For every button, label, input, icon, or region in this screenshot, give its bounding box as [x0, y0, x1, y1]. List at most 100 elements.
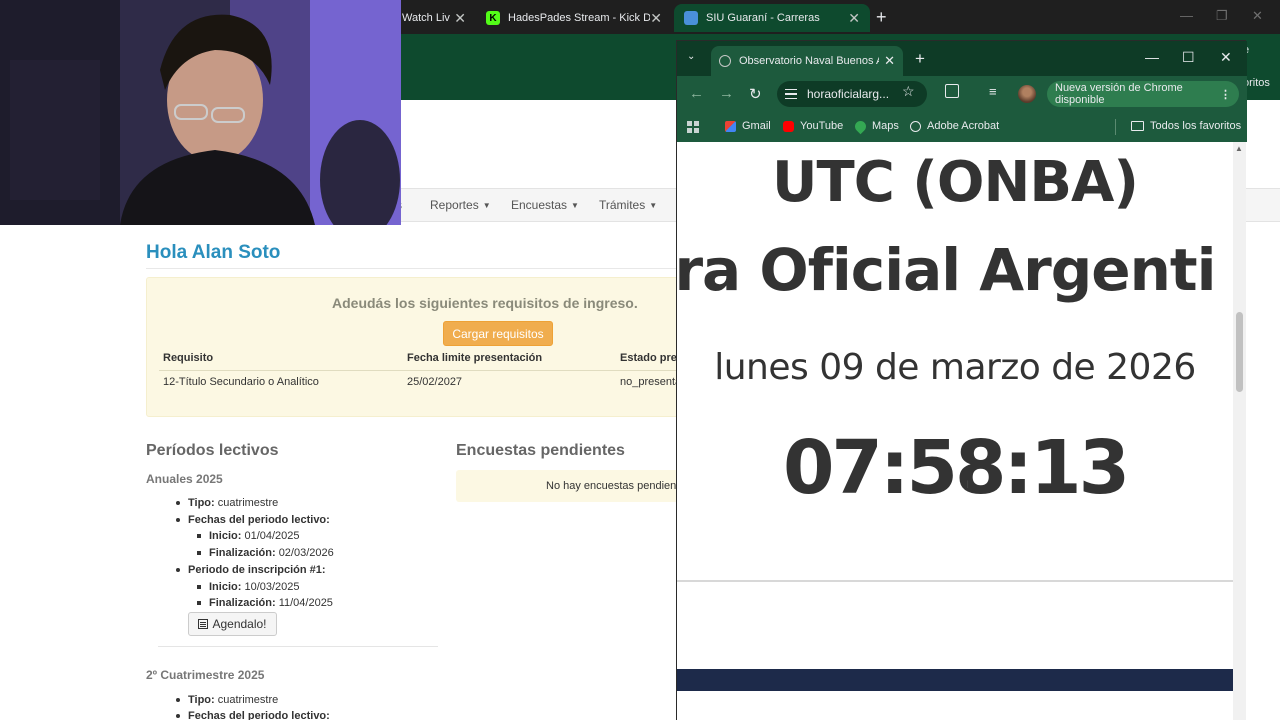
item-label: Fechas del periodo lectivo:	[188, 710, 330, 720]
item-label: Finalización:	[209, 547, 276, 559]
tab-watch-live[interactable]: Watch Liv ✕	[392, 4, 476, 32]
list-item-tipo: Tipo: cuatrimestre	[176, 694, 278, 706]
update-label: Nueva versión de Chrome disponible	[1055, 82, 1183, 106]
tab-search-icon[interactable]: ⌄	[687, 51, 695, 62]
cargar-requisitos-button[interactable]: Cargar requisitos	[443, 321, 553, 346]
item-label: Tipo:	[188, 497, 215, 509]
chrome-update-button[interactable]: Nueva versión de Chrome disponible ⋮	[1047, 81, 1239, 107]
back-icon[interactable]: ←	[689, 85, 704, 102]
item-label: Periodo de inscripción #1:	[188, 564, 326, 576]
item-value: 01/04/2025	[244, 530, 300, 542]
nav-item-reportes[interactable]: Reportes ▼	[430, 198, 491, 212]
divider	[1115, 119, 1116, 135]
maximize-icon[interactable]: ☐	[1182, 49, 1195, 66]
item-label: Inicio:	[209, 530, 242, 542]
list-item-fechas: Fechas del periodo lectivo:	[176, 514, 330, 526]
all-bookmarks-fragment[interactable]: oritos	[1243, 77, 1270, 89]
close-icon[interactable]: ✕	[848, 10, 860, 27]
apps-grid-icon[interactable]	[687, 121, 699, 133]
bookmark-label: YouTube	[800, 120, 844, 132]
nav-item-tramites[interactable]: Trámites ▼	[599, 198, 657, 212]
scroll-up-icon[interactable]: ▲	[1235, 144, 1243, 153]
encuestas-title: Encuestas pendientes	[456, 442, 625, 459]
list-item-tipo: Tipo: cuatrimestre	[176, 497, 278, 509]
popup-toolbar: ← → ↻ horaoficialarg... ☆ ≡ Nueva versió…	[677, 76, 1247, 112]
nav-label: Reportes	[430, 198, 479, 212]
bullet-icon	[176, 501, 180, 506]
close-window-icon[interactable]: ✕	[1252, 8, 1263, 24]
button-label: Agendalo!	[212, 617, 267, 631]
restore-icon[interactable]: ❐	[1216, 8, 1228, 24]
caret-down-icon: ▼	[571, 201, 579, 211]
reload-icon[interactable]: ↻	[749, 85, 762, 103]
scrollbar[interactable]: ▲	[1233, 142, 1246, 720]
list-item-insc-inicio: Inicio: 10/03/2025	[197, 581, 300, 593]
hora-oficial-heading: ra Oficial Argenti	[677, 236, 1217, 304]
tab-label: Observatorio Naval Buenos Aire	[739, 55, 879, 67]
anuales-title: Anuales 2025	[146, 472, 223, 486]
all-bookmarks-button[interactable]: Todos los favoritos	[1131, 120, 1241, 132]
segundo-cuatrimestre-title: 2º Cuatrimestre 2025	[146, 668, 265, 682]
new-tab-button[interactable]: +	[915, 49, 925, 69]
nav-item-encuestas[interactable]: Encuestas ▼	[511, 198, 579, 212]
tab-observatorio[interactable]: Observatorio Naval Buenos Aire ✕	[711, 46, 903, 76]
bookmark-label: Todos los favoritos	[1150, 120, 1242, 132]
minimize-icon[interactable]: —	[1180, 8, 1193, 23]
bookmark-youtube[interactable]: YouTube	[783, 120, 843, 132]
media-controls-icon[interactable]: ≡	[989, 84, 997, 99]
forward-icon[interactable]: →	[719, 85, 734, 102]
site-info-icon[interactable]	[785, 89, 797, 99]
tab-kick-dashboard[interactable]: K HadesPades Stream - Kick Dash ✕	[476, 4, 672, 32]
item-value: 02/03/2026	[278, 547, 334, 559]
item-value: cuatrimestre	[217, 694, 279, 706]
encuestas-empty-text: No hay encuestas pendient	[546, 480, 680, 492]
bullet-icon	[176, 698, 180, 703]
bookmark-label: Adobe Acrobat	[927, 120, 1000, 132]
bookmark-adobe-acrobat[interactable]: Adobe Acrobat	[910, 120, 999, 132]
table-header-estado: Estado pre	[620, 352, 677, 364]
gmail-icon	[725, 120, 736, 132]
bullet-icon	[197, 601, 201, 606]
profile-avatar[interactable]	[1018, 85, 1036, 103]
popup-tab-strip: ⌄ Observatorio Naval Buenos Aire ✕ + — ☐…	[677, 41, 1247, 76]
item-value: 10/03/2025	[244, 581, 300, 593]
tab-label: Watch Liv	[402, 12, 450, 24]
bullet-icon	[176, 518, 180, 523]
close-icon[interactable]: ✕	[650, 10, 662, 27]
new-tab-button[interactable]: +	[876, 7, 887, 28]
list-item-finalizacion: Finalización: 02/03/2026	[197, 547, 334, 559]
item-label: Tipo:	[188, 694, 215, 706]
item-label: Finalización:	[209, 597, 276, 609]
bookmark-gmail[interactable]: Gmail	[725, 120, 771, 132]
table-header-requisito: Requisito	[163, 352, 214, 364]
divider	[158, 646, 438, 647]
siu-icon	[684, 11, 698, 25]
scrollbar-thumb[interactable]	[1236, 312, 1243, 392]
globe-icon	[719, 55, 731, 67]
tab-siu-guarani[interactable]: SIU Guaraní - Carreras ✕	[674, 4, 870, 32]
bookmark-star-icon[interactable]: ☆	[902, 83, 915, 100]
bookmark-maps[interactable]: Maps	[852, 118, 899, 134]
item-value: 11/04/2025	[278, 597, 333, 609]
bullet-icon	[197, 585, 201, 590]
close-icon[interactable]: ✕	[454, 10, 466, 27]
close-icon[interactable]: ✕	[884, 53, 895, 69]
table-cell-estado: no_presenta	[620, 376, 682, 388]
bullet-icon	[176, 568, 180, 573]
extensions-icon[interactable]	[945, 84, 959, 98]
more-options-icon[interactable]: ⋮	[1220, 88, 1231, 101]
list-item-inscripcion: Periodo de inscripción #1:	[176, 564, 326, 576]
bookmark-label: Maps	[872, 120, 899, 132]
agendalo-button[interactable]: Agendalo!	[188, 612, 277, 636]
hora-oficial-page: UTC (ONBA) ra Oficial Argenti lunes 09 d…	[677, 142, 1233, 720]
close-window-icon[interactable]: ✕	[1220, 49, 1232, 66]
greeting-heading: Hola Alan Soto	[146, 242, 281, 263]
requisitos-alert: Adeudás los siguientes requisitos de ing…	[146, 277, 687, 417]
tab-label: SIU Guaraní - Carreras	[706, 12, 820, 24]
bullet-icon	[176, 714, 180, 719]
maps-icon	[852, 118, 869, 134]
item-label: Inicio:	[209, 581, 242, 593]
current-date: lunes 09 de marzo de 2026	[714, 347, 1196, 388]
minimize-icon[interactable]: —	[1145, 49, 1159, 65]
text-cursor-icon: I	[966, 479, 970, 491]
